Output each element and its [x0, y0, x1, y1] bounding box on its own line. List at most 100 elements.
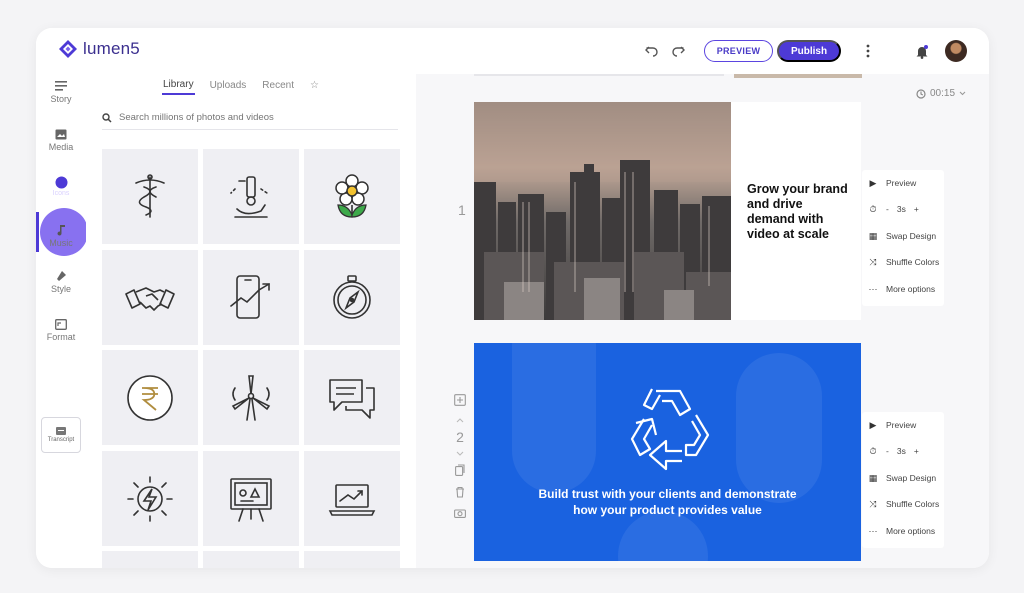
more-vertical-icon[interactable] [858, 41, 878, 61]
media-icon [54, 128, 68, 140]
scene-1-duration-stepper[interactable]: ⏱ - 3s + [868, 204, 919, 215]
tab-recent[interactable]: Recent [261, 77, 295, 94]
wind-turbine-icon [231, 374, 271, 421]
flower-icon [335, 173, 369, 218]
scene-2-swap-design-option[interactable]: ▦ Swap Design [868, 472, 936, 484]
microscope-icon [230, 175, 268, 218]
tile-microscope[interactable] [203, 149, 299, 244]
scene-1-swap-design-label: Swap Design [886, 231, 937, 241]
scene-2-headline[interactable]: Build trust with your clients and demons… [474, 486, 861, 518]
scene-1-plus[interactable]: + [914, 204, 919, 214]
scene-2-duration-stepper[interactable]: ⏱ - 3s + [868, 445, 919, 457]
scene-2-card[interactable]: Build trust with your clients and demons… [474, 343, 861, 561]
app-window: lumen5 PREVIEW Publish Story Media Icons… [36, 28, 989, 568]
tile-phone-chart[interactable] [203, 250, 299, 345]
camera-icon[interactable] [454, 508, 466, 518]
scene-1-more-options-label: More options [886, 284, 936, 294]
add-scene-icon[interactable] [454, 394, 466, 406]
chevron-down-icon[interactable] [456, 451, 464, 456]
tile-handshake[interactable] [102, 250, 198, 345]
rail-label-media: Media [48, 142, 74, 152]
lumen5-logo-icon [59, 40, 77, 58]
caduceus-icon [135, 173, 165, 218]
tile-partial-3[interactable] [304, 551, 400, 568]
scene-2-headline-line-2: how your product provides value [573, 503, 762, 517]
logo[interactable]: lumen5 [58, 39, 140, 59]
undo-icon[interactable] [642, 41, 662, 61]
icons-icon [54, 176, 68, 188]
scene-1-headline[interactable]: Grow your brand and drive demand with vi… [747, 182, 852, 242]
video-duration[interactable]: 00:15 [916, 88, 966, 99]
scene-2-minus[interactable]: - [886, 446, 889, 456]
rail-item-format[interactable]: Format [36, 318, 86, 342]
shuffle-icon: ⤨ [869, 498, 877, 509]
rail-item-icons[interactable]: Icons [36, 176, 86, 197]
timer-icon: ⏱ [869, 445, 877, 456]
scene-1-shuffle-colors-option[interactable]: ⤨ Shuffle Colors [868, 257, 939, 268]
tile-rupee[interactable] [102, 350, 198, 445]
logo-text: lumen5 [83, 39, 140, 58]
duration-value: 00:15 [930, 88, 956, 99]
tab-uploads[interactable]: Uploads [209, 77, 248, 94]
story-icon [54, 80, 68, 92]
tile-caduceus[interactable] [102, 149, 198, 244]
scene-1-preview-option[interactable]: ▶ Preview [868, 177, 917, 189]
tile-laptop-chart[interactable] [304, 451, 400, 546]
scene-1-card[interactable]: Grow your brand and drive demand with vi… [474, 102, 861, 320]
compass-icon [333, 274, 371, 319]
rail-label-story: Story [50, 94, 72, 104]
tile-partial-2[interactable] [203, 551, 299, 568]
chevron-up-icon[interactable] [456, 418, 464, 423]
scene-2-bg-shape [512, 343, 596, 493]
rail-item-media[interactable]: Media [36, 128, 86, 152]
duplicate-icon[interactable] [455, 464, 465, 476]
search-bar [102, 106, 398, 130]
style-icon [54, 270, 68, 282]
rail-label-format: Format [46, 332, 76, 342]
scene-2-preview-option[interactable]: ▶ Preview [868, 419, 917, 431]
search-input[interactable] [119, 112, 369, 123]
swap-design-icon: ▦ [868, 472, 878, 483]
transcript-button[interactable]: Transcript [41, 417, 81, 453]
scene-number-2: 2 [456, 429, 464, 445]
publish-button[interactable]: Publish [777, 40, 841, 62]
scene-1-options: ▶ Preview ⏱ - 3s + ▦ Swap Design ⤨ Shuffle … [862, 170, 944, 306]
rail-item-story[interactable]: Story [36, 80, 86, 104]
preview-button[interactable]: PREVIEW [704, 40, 773, 62]
tile-partial-1[interactable] [102, 551, 198, 568]
scene-2-shuffle-colors-option[interactable]: ⤨ Shuffle Colors [868, 498, 940, 510]
laptop-chart-icon [328, 483, 376, 516]
tile-flower[interactable] [304, 149, 400, 244]
scene-2-plus[interactable]: + [914, 446, 919, 456]
scene-2-shuffle-colors-label: Shuffle Colors [886, 499, 940, 509]
play-icon: ▶ [869, 177, 877, 188]
scene-2-more-options-label: More options [886, 526, 936, 536]
rail-item-style[interactable]: Style [36, 270, 86, 294]
scene-2-bg-shape [618, 511, 708, 561]
tile-compass[interactable] [304, 250, 400, 345]
tab-library[interactable]: Library [162, 76, 195, 95]
play-icon: ▶ [869, 419, 877, 430]
scene-1-minus[interactable]: - [886, 204, 889, 214]
redo-icon[interactable] [668, 41, 688, 61]
trash-icon[interactable] [455, 486, 465, 498]
scene-1-swap-design-option[interactable]: ▦ Swap Design [868, 231, 937, 242]
bell-icon[interactable] [912, 41, 932, 61]
tile-wind-turbine[interactable] [203, 350, 299, 445]
tile-power-bolt[interactable] [102, 451, 198, 546]
rupee-icon [127, 374, 173, 421]
tab-favorites[interactable]: ☆ [309, 77, 320, 94]
scene-1-duration-value: 3s [896, 204, 906, 214]
scene-1-more-options[interactable]: ··· More options [868, 284, 936, 294]
scene-2-preview-label: Preview [886, 420, 917, 430]
scene-2-side-tools: 2 [454, 394, 466, 518]
avatar[interactable] [945, 40, 967, 62]
rail-label-icons: Icons [52, 190, 70, 197]
library-tabs: Library Uploads Recent ☆ [162, 74, 320, 96]
more-horizontal-icon: ··· [868, 526, 878, 536]
tile-presentation-board[interactable] [203, 451, 299, 546]
rail-item-music[interactable]: Music [36, 224, 86, 248]
tile-chat-bubbles[interactable] [304, 350, 400, 445]
scene-2-more-options[interactable]: ··· More options [868, 526, 936, 536]
left-rail: Story Media Icons Music Style Format Tra… [36, 74, 88, 568]
